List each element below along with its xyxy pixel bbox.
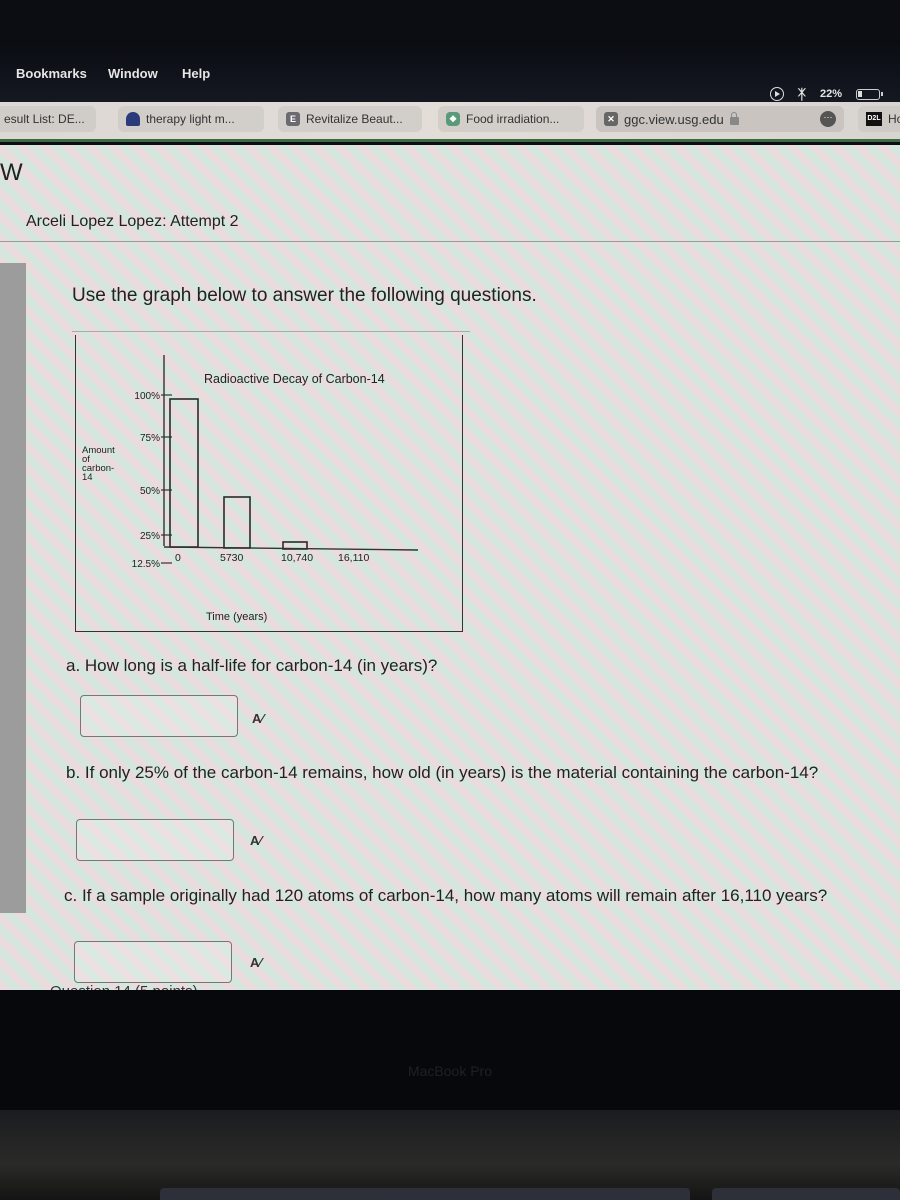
laptop-hinge (0, 1110, 900, 1200)
y-axis-label-line: 14 (82, 472, 93, 483)
tab-label: Ho (888, 112, 900, 126)
e-favicon-icon: E (286, 112, 300, 126)
y-tick-label: 75% (140, 433, 160, 444)
therapy-favicon-icon (126, 112, 140, 126)
question-a-text: a. How long is a half-life for carbon-14… (66, 656, 438, 675)
y-tick-label: 12.5% (132, 559, 160, 570)
question-a-answer-input[interactable] (80, 695, 238, 737)
tab-d2l-home[interactable]: D2L Ho (858, 106, 900, 132)
menu-help[interactable]: Help (182, 66, 210, 81)
question-c-text: c. If a sample originally had 120 atoms … (64, 886, 828, 905)
bar-5730 (223, 496, 251, 549)
question-b-text: b. If only 25% of the carbon-14 remains,… (66, 763, 819, 782)
site-logo[interactable]: W (0, 159, 23, 187)
keyboard-keys (712, 1188, 900, 1200)
tab-label: Food irradiation... (466, 112, 560, 126)
spellcheck-icon[interactable]: A⁄ (252, 711, 264, 726)
menu-status-area: ᛡ 22% (769, 86, 883, 102)
battery-percent: 22% (819, 88, 842, 100)
x-tick-label: 16,110 (338, 552, 369, 564)
chatgpt-favicon-icon: ❖ (446, 112, 460, 126)
x-tick-label: 5730 (220, 552, 244, 564)
bar-0 (169, 398, 199, 548)
question-rail (0, 263, 26, 913)
tab-label: esult List: DE... (4, 112, 85, 126)
header-divider (0, 241, 900, 242)
x-axis-label: Time (years) (206, 611, 267, 623)
lock-icon (729, 112, 739, 125)
attempt-title: Arceli Lopez Lopez: Attempt 2 (26, 213, 239, 230)
tab-label: ggc.view.usg.edu (624, 111, 724, 127)
y-tick-label: 25% (140, 531, 160, 542)
browser-tab-bar: esult List: DE... therapy light m... E R… (0, 102, 900, 142)
tab-ggc-view[interactable]: ✕ ggc.view.usg.edu ··· (596, 106, 844, 132)
laptop-brand-label: MacBook Pro (407, 1063, 493, 1079)
close-tab-icon[interactable]: ✕ (604, 112, 618, 126)
macos-menu-bar: Bookmarks Window Help (0, 40, 900, 102)
tab-therapy-light[interactable]: therapy light m... (118, 106, 264, 132)
keyboard-keys (160, 1188, 690, 1200)
x-tick-label: 10,740 (281, 552, 313, 564)
y-axis-label: Amountofcarbon-14 (82, 445, 115, 483)
tab-food-irradiation[interactable]: ❖ Food irradiation... (438, 106, 584, 132)
menu-bookmarks[interactable]: Bookmarks (16, 66, 87, 81)
next-question-heading: Question 14 (5 points) (50, 983, 198, 990)
y-tick-label: 50% (140, 486, 160, 497)
tab-label: therapy light m... (146, 112, 235, 126)
decay-bar-chart: Radioactive Decay of Carbon-14 100% 75% 50… (82, 355, 419, 623)
tab-revitalize[interactable]: E Revitalize Beaut... (278, 106, 422, 132)
spellcheck-icon[interactable]: A⁄ (250, 955, 262, 970)
instructions-text: Use the graph below to answer the follow… (72, 285, 537, 306)
y-tick-label: 100% (134, 391, 160, 402)
bluetooth-icon[interactable]: ᛡ (798, 86, 806, 102)
tab-result-list[interactable]: esult List: DE... (0, 106, 96, 132)
x-tick-label: 0 (175, 552, 181, 564)
chart-container: Radioactive Decay of Carbon-14 100% 75% 50… (75, 335, 463, 632)
quiz-page: W Arceli Lopez Lopez: Attempt 2 Use the … (0, 145, 900, 990)
laptop-bezel (0, 990, 900, 1110)
d2l-favicon-icon: D2L (866, 112, 882, 126)
y-axis: 100% 75% 50% 25% 12.5% (132, 355, 172, 570)
battery-icon[interactable] (856, 88, 883, 100)
play-icon[interactable] (769, 87, 784, 101)
more-options-icon[interactable]: ··· (820, 111, 836, 127)
tab-label: Revitalize Beaut... (306, 112, 403, 126)
menu-window[interactable]: Window (108, 66, 158, 81)
spellcheck-icon[interactable]: A⁄ (250, 833, 262, 848)
question-b-answer-input[interactable] (76, 819, 234, 861)
instructions-divider (72, 331, 470, 332)
bars (169, 398, 308, 550)
chart-title: Radioactive Decay of Carbon-14 (204, 372, 385, 386)
question-c-answer-input[interactable] (74, 941, 232, 983)
